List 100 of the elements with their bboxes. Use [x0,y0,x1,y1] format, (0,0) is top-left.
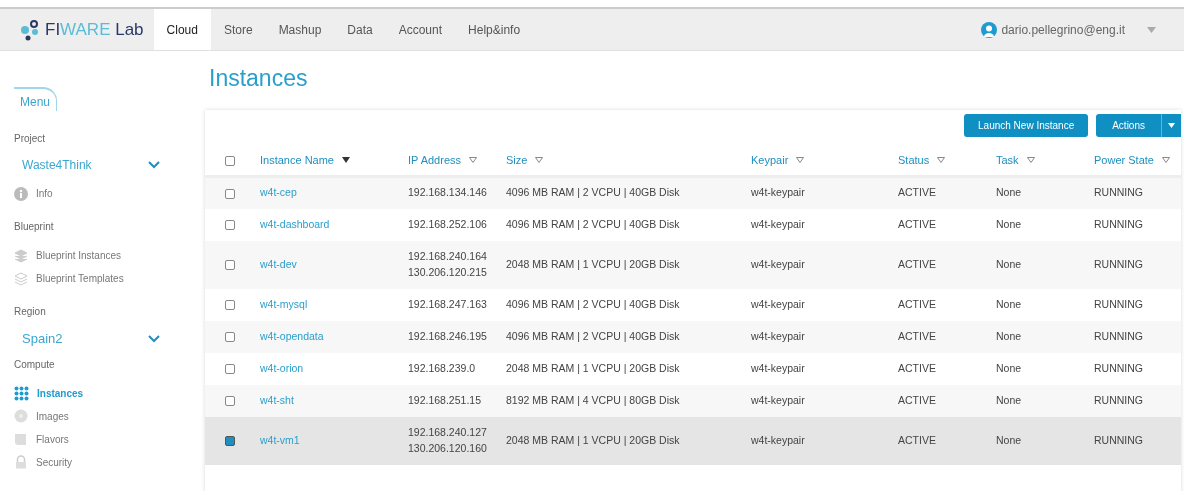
logo-icon [20,18,40,41]
table-cell: w4t-keypair [751,186,805,199]
chevron-down-icon [148,334,160,343]
instance-link[interactable]: w4t-opendata [260,329,324,342]
select-all-checkbox[interactable] [225,155,235,166]
sidebar-item[interactable]: Instances [14,381,84,405]
table-cell: None [996,217,1022,230]
instance-link[interactable]: w4t-mysql [260,297,308,310]
user-email[interactable]: dario.pellegrino@eng.it [1001,20,1125,39]
section-heading: Project [14,132,47,146]
table-cell: RUNNING [1094,361,1143,374]
dropdown-toggle[interactable] [1161,113,1181,137]
column-header[interactable]: Size [506,151,544,168]
table-cell: ACTIVE [898,329,936,342]
table-cell: w4t-keypair [751,361,805,374]
table-cell: 2048 MB RAM | 1 VCPU | 20GB Disk [506,433,680,446]
sidebar-item[interactable]: Security [14,450,73,474]
table-cell: 2048 MB RAM | 1 VCPU | 20GB Disk [506,361,680,374]
table-cell: w4t-keypair [751,329,805,342]
table-cell: ACTIVE [898,361,936,374]
instance-link[interactable]: w4t-vm1 [260,433,300,446]
instance-link[interactable]: w4t-dashboard [260,217,330,230]
instance-link[interactable]: w4t-orion [260,361,304,374]
ip-address: 192.168.251.15 [408,392,482,408]
column-header[interactable]: Status [898,151,946,168]
sidebar-item[interactable]: Blueprint Templates [14,267,124,290]
chevron-down-icon [148,161,160,169]
page-title: Instances [209,64,309,93]
ip-address: 130.206.120.215 [408,264,488,280]
table-cell: ACTIVE [898,186,936,199]
table-cell: 4096 MB RAM | 2 VCPU | 40GB Disk [506,329,680,342]
sidebar-item[interactable]: Flavors [14,427,69,451]
table-cell: ACTIVE [898,217,936,230]
table-cell: RUNNING [1094,257,1143,270]
table-cell: ACTIVE [898,297,936,310]
flavor-icon [14,432,28,446]
ip-address: 192.168.252.106 [408,216,488,232]
actions-button[interactable]: Actions [1096,113,1161,137]
table-cell: None [996,361,1022,374]
instance-link[interactable]: w4t-sht [260,393,294,406]
table-cell: w4t-keypair [751,297,805,310]
table-cell: None [996,329,1022,342]
table-cell: w4t-keypair [751,217,805,230]
row-checkbox[interactable] [225,188,235,199]
select-field[interactable]: Spain2 [14,329,164,349]
nav-tab[interactable]: Data [334,9,386,50]
table-cell: None [996,297,1022,310]
table-cell: 2048 MB RAM | 1 VCPU | 20GB Disk [506,257,680,270]
column-header[interactable]: Task [996,151,1035,168]
sidebar-item[interactable]: Blueprint Instances [14,244,122,267]
column-header[interactable]: Power State [1094,151,1170,168]
row-checkbox[interactable] [225,435,235,446]
table-cell: ACTIVE [898,433,936,446]
instance-link[interactable]: w4t-cep [260,186,297,199]
row-checkbox[interactable] [225,299,235,310]
row-checkbox[interactable] [225,395,235,406]
select-field[interactable]: Waste4Think [14,156,164,174]
table-cell: RUNNING [1094,186,1143,199]
grid-icon [14,385,29,401]
nav-tab[interactable]: Help&info [455,9,534,50]
table-cell: RUNNING [1094,329,1143,342]
column-header[interactable]: Instance Name [260,151,350,168]
instance-link[interactable]: w4t-dev [260,257,297,270]
row-checkbox[interactable] [225,363,235,374]
sidebar-item[interactable]: Images [14,404,69,428]
row-checkbox[interactable] [225,259,235,270]
table-cell: 4096 MB RAM | 2 VCPU | 40GB Disk [506,217,680,230]
column-header[interactable]: Keypair [751,151,805,168]
caret-down-icon [1168,122,1175,128]
table-cell: 8192 MB RAM | 4 VCPU | 80GB Disk [506,393,680,406]
row-checkbox[interactable] [225,331,235,342]
table-cell: ACTIVE [898,393,936,406]
section-heading: Region [14,305,47,319]
column-header[interactable]: IP Address [408,151,477,168]
table-cell: w4t-keypair [751,257,805,270]
nav-tab[interactable]: Cloud [153,9,211,50]
table-cell: None [996,433,1022,446]
nav-tab[interactable]: Store [210,9,266,50]
user-icon [981,21,998,38]
layers-icon [14,248,28,263]
ip-address: 192.168.239.0 [408,360,477,376]
lock-icon [14,455,28,469]
table-cell: None [996,257,1022,270]
table-cell: RUNNING [1094,217,1143,230]
menu-tab[interactable]: Menu [14,87,58,111]
nav-tab[interactable]: Mashup [265,9,335,50]
ip-address: 192.168.134.146 [408,185,488,201]
table-cell: w4t-keypair [751,433,805,446]
nav-tab[interactable]: Account [385,9,456,50]
ip-address: 192.168.240.127 [408,424,488,440]
launch-instance-button[interactable]: Launch New Instance [964,113,1089,137]
layers-icon [14,271,28,286]
row-checkbox[interactable] [225,219,235,230]
table-cell: RUNNING [1094,393,1143,406]
brand-logo-text: FIWARE Lab [45,18,144,41]
table-cell: ACTIVE [898,257,936,270]
disc-icon [14,409,28,423]
ip-address: 130.206.120.160 [408,440,488,456]
sidebar-item[interactable]: Info [14,182,53,205]
section-heading: Compute [14,357,56,372]
